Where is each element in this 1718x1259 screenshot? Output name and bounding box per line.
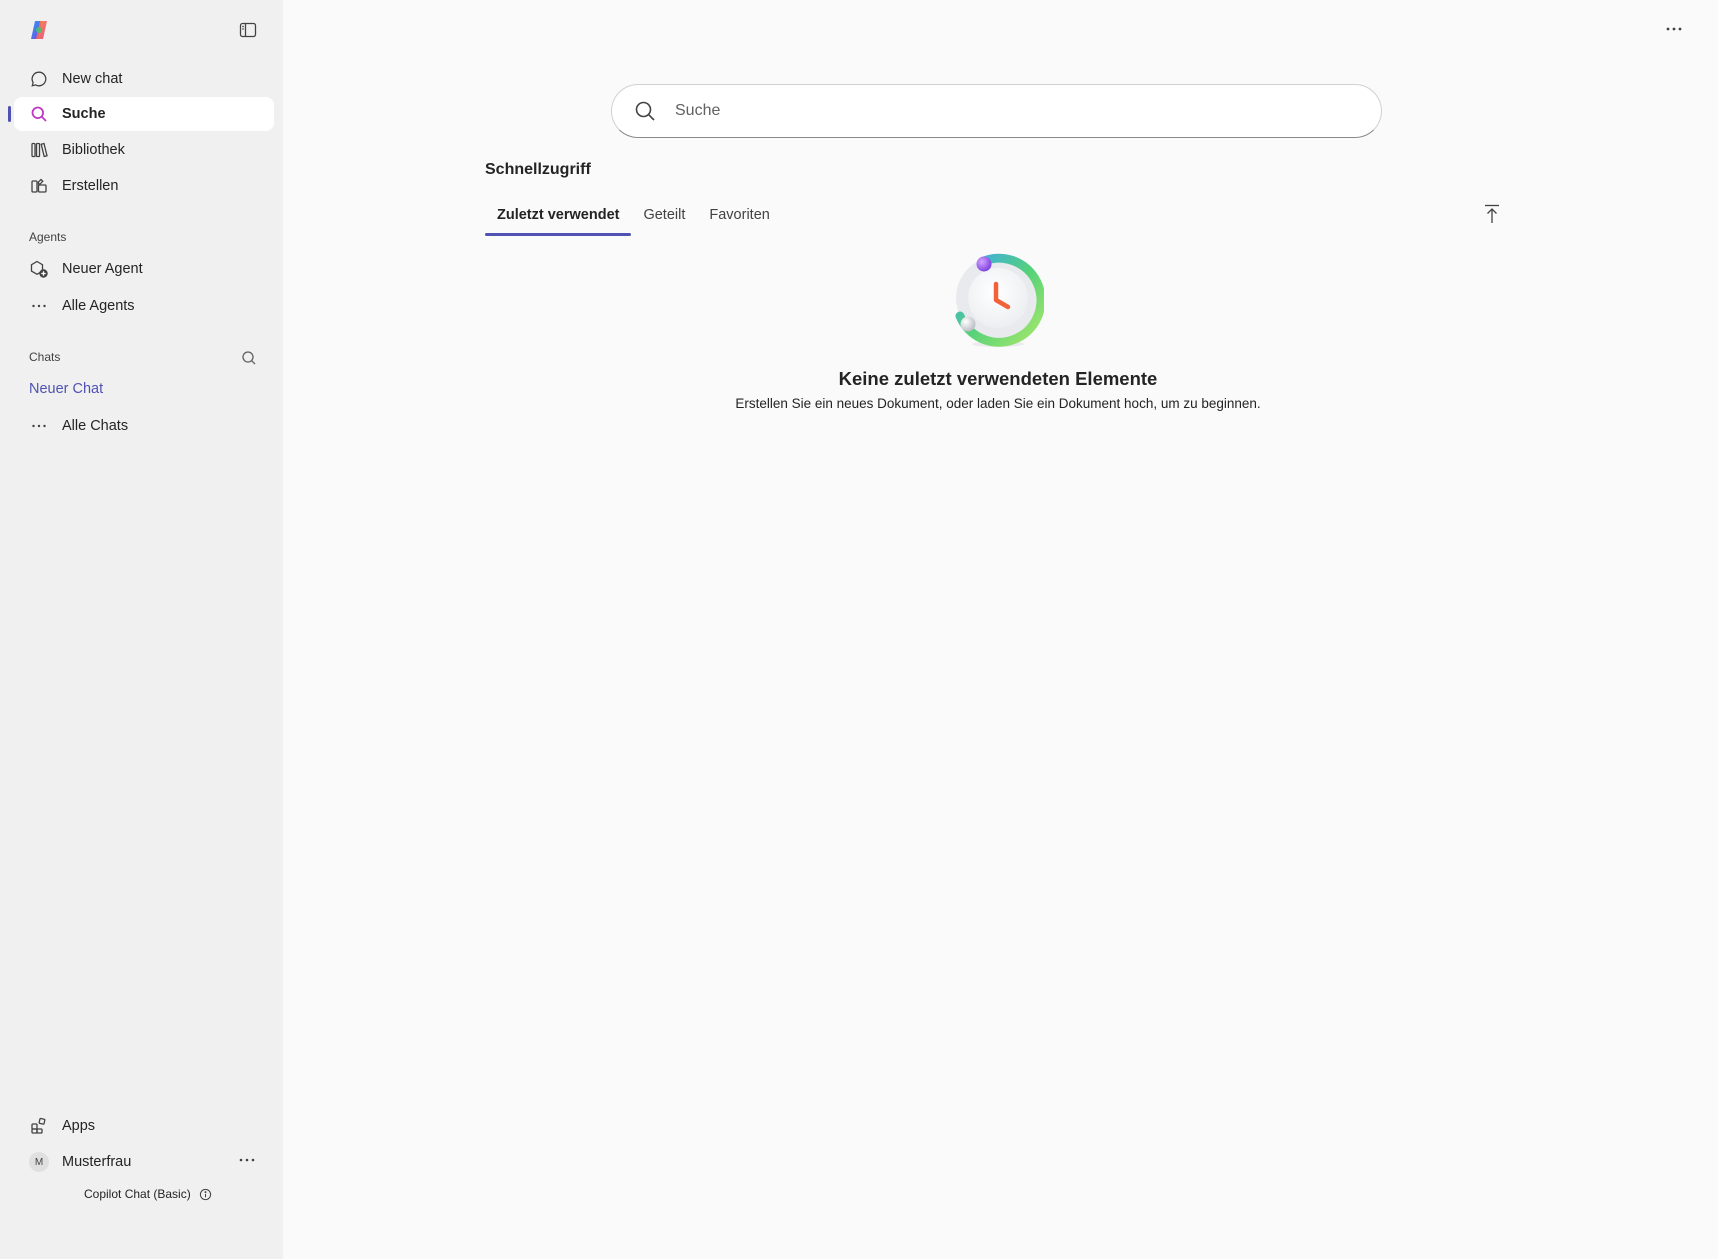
nav-all-agents[interactable]: Alle Agents (14, 289, 274, 323)
tab-shared[interactable]: Geteilt (631, 200, 697, 236)
create-icon (29, 176, 49, 196)
user-name: Musterfrau (62, 1154, 132, 1170)
avatar: M (29, 1152, 49, 1172)
search-bar[interactable] (611, 84, 1382, 138)
nav-create-label: Erstellen (62, 178, 119, 194)
search-icon (635, 101, 655, 121)
quick-access-tabs: Zuletzt verwendet Geteilt Favoriten (485, 200, 782, 236)
sidebar: New chat Suche Bibliothek Erstellen Agen… (0, 0, 283, 1259)
apps-icon (29, 1116, 49, 1136)
collapse-to-top-icon[interactable] (1482, 203, 1502, 225)
empty-state-subtitle: Erstellen Sie ein neues Dokument, oder l… (735, 396, 1261, 411)
nav-new-chat[interactable]: New chat (14, 62, 274, 96)
chat-bubble-icon (29, 69, 49, 89)
library-icon (29, 140, 49, 160)
plan-label: Copilot Chat (Basic) (84, 1187, 212, 1201)
nav-apps[interactable]: Apps (14, 1109, 274, 1143)
info-icon[interactable] (199, 1188, 212, 1201)
nav-all-agents-label: Alle Agents (62, 298, 135, 314)
nav-library[interactable]: Bibliothek (14, 133, 274, 167)
nav-new-agent[interactable]: Neuer Agent (14, 252, 274, 286)
more-dots-icon (29, 296, 49, 316)
more-dots-icon (29, 416, 49, 436)
empty-state-title: Keine zuletzt verwendeten Elemente (838, 368, 1158, 389)
search-input[interactable] (675, 102, 1355, 120)
chats-search-icon[interactable] (240, 349, 258, 367)
nav-search[interactable]: Suche (14, 97, 274, 131)
nav-search-label: Suche (62, 106, 106, 122)
chats-section-label: Chats (29, 350, 61, 364)
copilot-logo-icon[interactable] (28, 20, 50, 40)
nav-library-label: Bibliothek (62, 142, 125, 158)
nav-all-chats[interactable]: Alle Chats (14, 409, 274, 443)
quick-access-title: Schnellzugriff (485, 161, 591, 178)
active-indicator (8, 106, 11, 122)
new-agent-icon (29, 259, 49, 279)
nav-all-chats-label: Alle Chats (62, 418, 129, 434)
nav-apps-label: Apps (62, 1118, 96, 1134)
chat-item-neuer-chat[interactable]: Neuer Chat (29, 381, 103, 397)
nav-create[interactable]: Erstellen (14, 169, 274, 203)
plan-text: Copilot Chat (Basic) (84, 1187, 191, 1201)
more-options-icon[interactable] (1663, 18, 1685, 40)
nav-new-chat-label: New chat (62, 71, 123, 87)
tab-recent[interactable]: Zuletzt verwendet (485, 200, 632, 236)
nav-new-agent-label: Neuer Agent (62, 261, 143, 277)
user-more-icon[interactable] (237, 1152, 257, 1172)
tab-favorites[interactable]: Favoriten (697, 200, 781, 236)
recent-clock-illustration-icon (955, 253, 1044, 347)
agents-section-label: Agents (29, 230, 67, 244)
user-profile[interactable]: M Musterfrau (14, 1145, 274, 1179)
search-icon (29, 104, 49, 124)
sidebar-toggle-icon[interactable] (238, 20, 258, 40)
